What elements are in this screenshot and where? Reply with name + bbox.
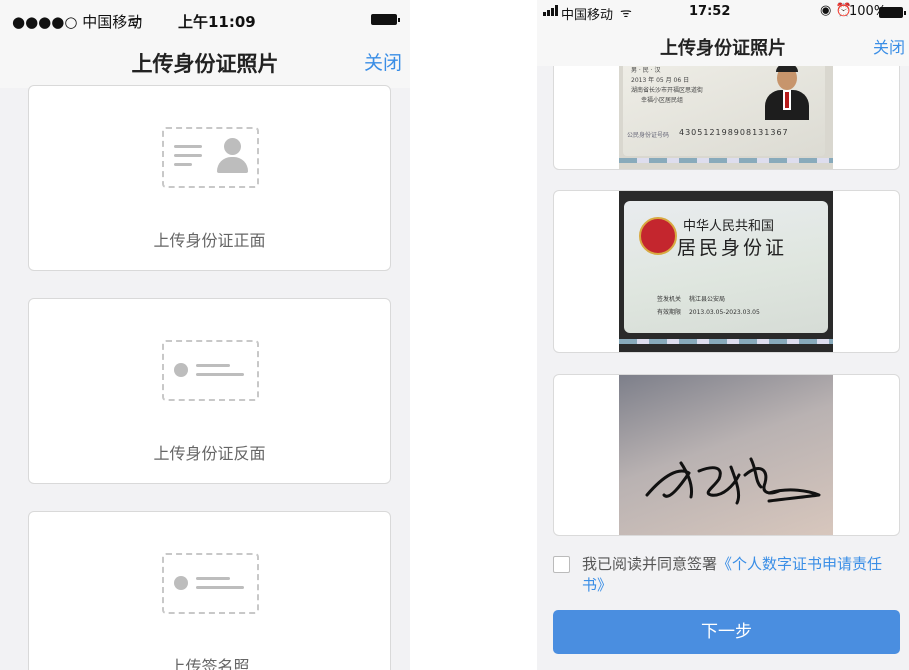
battery-icon — [879, 7, 906, 18]
status-time: 上午11:09 — [178, 13, 256, 31]
id-address-line: 湖南省长沙市开福区思道街 — [631, 87, 704, 94]
signature-stroke — [645, 457, 821, 505]
status-time: 17:52 — [689, 4, 731, 19]
validity-label: 有效期限 — [657, 309, 682, 316]
battery-icon — [371, 14, 400, 25]
signature-photo — [619, 375, 833, 535]
page-title: 上传身份证照片 — [131, 52, 279, 76]
id-country-text: 中华人民共和国 — [683, 219, 775, 234]
id-back-photo-card[interactable]: 中华人民共和国 居民身份证 签发机关 桃江县公安局 有效期限 2013.03.0… — [553, 190, 900, 353]
card-label: 上传身份证正面 — [153, 231, 266, 250]
id-birth-line: 2013 年 05 月 06 日 — [631, 77, 690, 84]
authority-label: 签发机关 — [657, 296, 682, 303]
agreement-text: 我已阅读并同意签署 — [582, 555, 718, 573]
agree-checkbox[interactable] — [553, 556, 570, 573]
signature-photo-card[interactable] — [553, 374, 900, 536]
id-back-photo: 中华人民共和国 居民身份证 签发机关 桃江县公安局 有效期限 2013.03.0… — [619, 191, 833, 352]
nav-bar: 上传身份证照片 关闭 — [0, 38, 410, 88]
next-step-button[interactable]: 下一步 — [553, 610, 900, 654]
national-emblem-icon — [639, 217, 677, 255]
id-number-label: 公民身份证号码 — [627, 132, 670, 139]
signature-placeholder-icon — [162, 553, 259, 614]
status-bar: ●●●●○ 中国移动 ᯤ 上午11:09 — [0, 0, 410, 38]
nav-bar: 上传身份证照片 关闭 — [537, 26, 909, 66]
id-front-photo: 男 · 民 · 汉 2013 年 05 月 06 日 湖南省长沙市开福区思道街 … — [619, 66, 833, 169]
carrier-label: 中国移动 — [561, 8, 614, 23]
upload-id-front-card[interactable]: 上传身份证正面 — [28, 85, 391, 271]
wifi-icon: ᯤ — [620, 6, 632, 21]
id-sex-line: 男 · 民 · 汉 — [631, 67, 661, 74]
id-back-placeholder-icon — [162, 340, 259, 401]
id-number: 430512198908131367 — [679, 128, 789, 137]
wifi-icon: ᯤ — [128, 12, 142, 30]
id-front-placeholder-icon — [162, 127, 259, 188]
validity-value: 2013.03.05-2023.03.05 — [688, 309, 760, 316]
alarm-icon: ◉ ⏰ — [820, 3, 852, 18]
id-front-photo-card[interactable]: 男 · 民 · 汉 2013 年 05 月 06 日 湖南省长沙市开福区思道街 … — [553, 66, 900, 170]
authority-value: 桃江县公安局 — [688, 296, 725, 303]
card-label: 上传签名照 — [169, 657, 250, 670]
page-title: 上传身份证照片 — [660, 38, 786, 59]
card-label: 上传身份证反面 — [153, 444, 266, 463]
upload-id-back-card[interactable]: 上传身份证反面 — [28, 298, 391, 484]
status-bar: 中国移动 ᯤ 17:52 ◉ ⏰ 100% — [537, 0, 909, 26]
id-address-line2: 幸福小区居民组 — [641, 97, 684, 104]
left-phone-screen: ●●●●○ 中国移动 ᯤ 上午11:09 上传身份证照片 关闭 上传身份证正面 … — [0, 0, 410, 670]
right-phone-screen: 中国移动 ᯤ 17:52 ◉ ⏰ 100% 上传身份证照片 关闭 男 · 民 ·… — [537, 0, 909, 670]
close-button[interactable]: 关闭 — [873, 34, 905, 58]
upload-signature-card[interactable]: 上传签名照 — [28, 511, 391, 670]
close-button[interactable]: 关闭 — [364, 48, 402, 75]
carrier-label: ●●●●○ 中国移动 — [12, 13, 143, 31]
signal-icon — [543, 5, 559, 20]
id-card-name: 居民身份证 — [677, 237, 788, 259]
id-portrait — [759, 66, 815, 122]
